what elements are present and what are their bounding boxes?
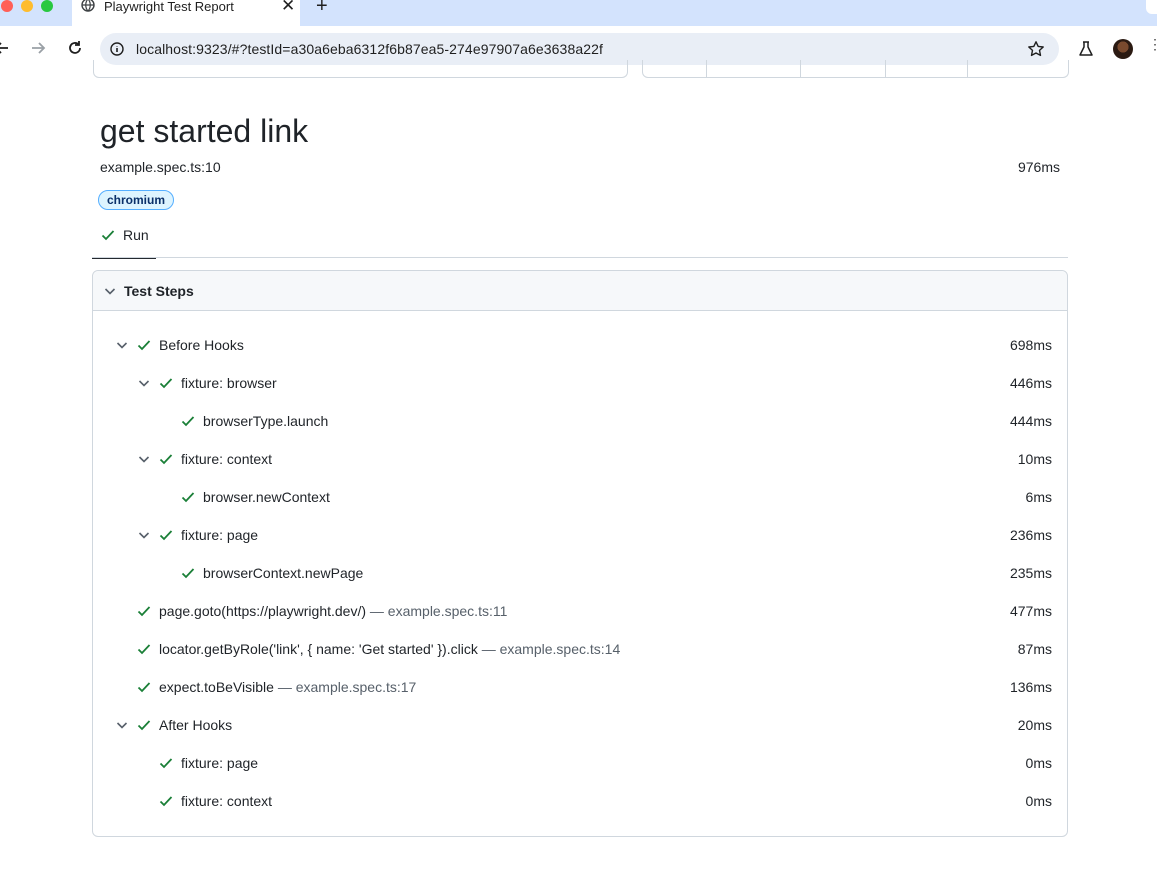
step-duration: 477ms: [1009, 603, 1052, 619]
chevron-down-icon[interactable]: [115, 338, 129, 352]
tab-title: Playwright Test Report: [104, 0, 234, 14]
test-steps-panel: Test Steps Before Hooks 698ms fixture: bro…: [92, 270, 1068, 837]
step-source-location[interactable]: — example.spec.ts:11: [366, 603, 508, 619]
check-icon: [159, 796, 173, 807]
chevron-down-icon[interactable]: [137, 528, 151, 542]
step-label: fixture: browser: [181, 375, 277, 391]
profile-avatar[interactable]: [1113, 39, 1133, 59]
step-row[interactable]: expect.toBeVisible — example.spec.ts:17 1…: [93, 669, 1067, 707]
step-duration: 236ms: [1009, 527, 1052, 543]
check-icon: [159, 530, 173, 541]
step-row[interactable]: fixture: page 0ms: [93, 745, 1067, 783]
step-label: browser.newContext: [203, 489, 330, 505]
step-duration: 444ms: [1009, 413, 1052, 429]
check-icon: [159, 378, 173, 389]
check-icon: [137, 720, 151, 731]
filter-divider: [800, 60, 801, 77]
step-source-location[interactable]: — example.spec.ts:14: [478, 641, 621, 657]
check-icon: [137, 644, 151, 655]
filter-divider: [967, 60, 968, 77]
step-label: locator.getByRole('link', { name: 'Get s…: [159, 641, 621, 657]
step-duration: 87ms: [1017, 641, 1052, 657]
url-text[interactable]: localhost:9323/#?testId=a30a6eba6312f6b8…: [136, 41, 603, 57]
step-label: fixture: context: [181, 793, 273, 809]
tab-strip: Playwright Test Report ✕ +: [0, 0, 1157, 26]
chevron-down-icon[interactable]: [137, 452, 151, 466]
browser-menu-icon[interactable]: ⋮: [1148, 36, 1157, 60]
step-duration: 136ms: [1009, 679, 1052, 695]
project-tag[interactable]: chromium: [98, 190, 175, 210]
reload-icon[interactable]: [65, 38, 85, 58]
step-duration: 6ms: [1025, 489, 1052, 505]
check-icon: [159, 454, 173, 465]
step-label: Before Hooks: [159, 337, 244, 353]
check-icon: [159, 758, 173, 769]
step-row[interactable]: After Hooks 20ms: [93, 707, 1067, 745]
step-duration: 0ms: [1025, 793, 1052, 809]
step-duration: 698ms: [1009, 337, 1052, 353]
check-icon: [181, 492, 195, 503]
step-label: browserContext.newPage: [203, 565, 364, 581]
step-row[interactable]: fixture: context 0ms: [93, 783, 1067, 821]
check-icon: [137, 682, 151, 693]
check-icon: [101, 230, 115, 241]
new-tab-button[interactable]: +: [316, 0, 328, 18]
step-label: fixture: page: [181, 527, 259, 543]
step-row[interactable]: fixture: page 236ms: [93, 517, 1067, 555]
step-row[interactable]: Before Hooks 698ms: [93, 327, 1067, 365]
close-window-button[interactable]: [1, 0, 13, 12]
step-label: page.goto(https://playwright.dev/) — exa…: [159, 603, 508, 619]
site-info-icon[interactable]: [110, 42, 124, 56]
close-tab-icon[interactable]: ✕: [281, 0, 295, 16]
tabs-divider: [92, 257, 1068, 258]
step-duration: 10ms: [1017, 451, 1052, 467]
chevron-down-icon[interactable]: [115, 718, 129, 732]
chevron-down-icon[interactable]: [137, 376, 151, 390]
browser-tab[interactable]: Playwright Test Report ✕: [72, 0, 300, 26]
test-steps-header[interactable]: Test Steps: [93, 271, 1067, 311]
step-row[interactable]: fixture: browser 446ms: [93, 365, 1067, 403]
test-location: example.spec.ts:10: [100, 159, 221, 175]
test-duration: 976ms: [1017, 159, 1060, 175]
tab-run[interactable]: Run: [92, 222, 156, 259]
step-row[interactable]: browserContext.newPage 235ms: [93, 555, 1067, 593]
step-duration: 446ms: [1009, 375, 1052, 391]
step-source-location[interactable]: — example.spec.ts:17: [274, 679, 417, 695]
tab-strip-edge: [1146, 0, 1157, 14]
check-icon: [137, 606, 151, 617]
step-row[interactable]: page.goto(https://playwright.dev/) — exa…: [93, 593, 1067, 631]
labs-flask-icon[interactable]: [1077, 40, 1095, 58]
forward-arrow-icon[interactable]: [29, 38, 49, 58]
globe-icon: [81, 0, 95, 12]
check-icon: [181, 568, 195, 579]
step-duration: 235ms: [1009, 565, 1052, 581]
filter-divider: [885, 60, 886, 77]
step-row[interactable]: fixture: context 10ms: [93, 441, 1067, 479]
bookmark-star-icon[interactable]: [1027, 40, 1045, 58]
step-duration: 0ms: [1025, 755, 1052, 771]
tab-run-label: Run: [123, 227, 149, 243]
step-row[interactable]: locator.getByRole('link', { name: 'Get s…: [93, 631, 1067, 669]
test-title: get started link: [100, 113, 309, 149]
chevron-down-icon: [104, 288, 116, 295]
search-box-edge: [93, 60, 628, 78]
minimize-window-button[interactable]: [21, 0, 33, 12]
step-row[interactable]: browser.newContext 6ms: [93, 479, 1067, 517]
step-row[interactable]: browserType.launch 444ms: [93, 403, 1067, 441]
check-icon: [137, 340, 151, 351]
check-icon: [181, 416, 195, 427]
step-duration: 20ms: [1017, 717, 1052, 733]
status-filter-edge: [642, 60, 1069, 78]
filter-divider: [706, 60, 707, 77]
step-label: expect.toBeVisible — example.spec.ts:17: [159, 679, 417, 695]
back-arrow-icon[interactable]: [0, 38, 12, 58]
step-label: browserType.launch: [203, 413, 329, 429]
step-label: fixture: context: [181, 451, 273, 467]
maximize-window-button[interactable]: [41, 0, 53, 12]
step-label: After Hooks: [159, 717, 233, 733]
step-label: fixture: page: [181, 755, 259, 771]
test-steps-title: Test Steps: [124, 283, 194, 299]
